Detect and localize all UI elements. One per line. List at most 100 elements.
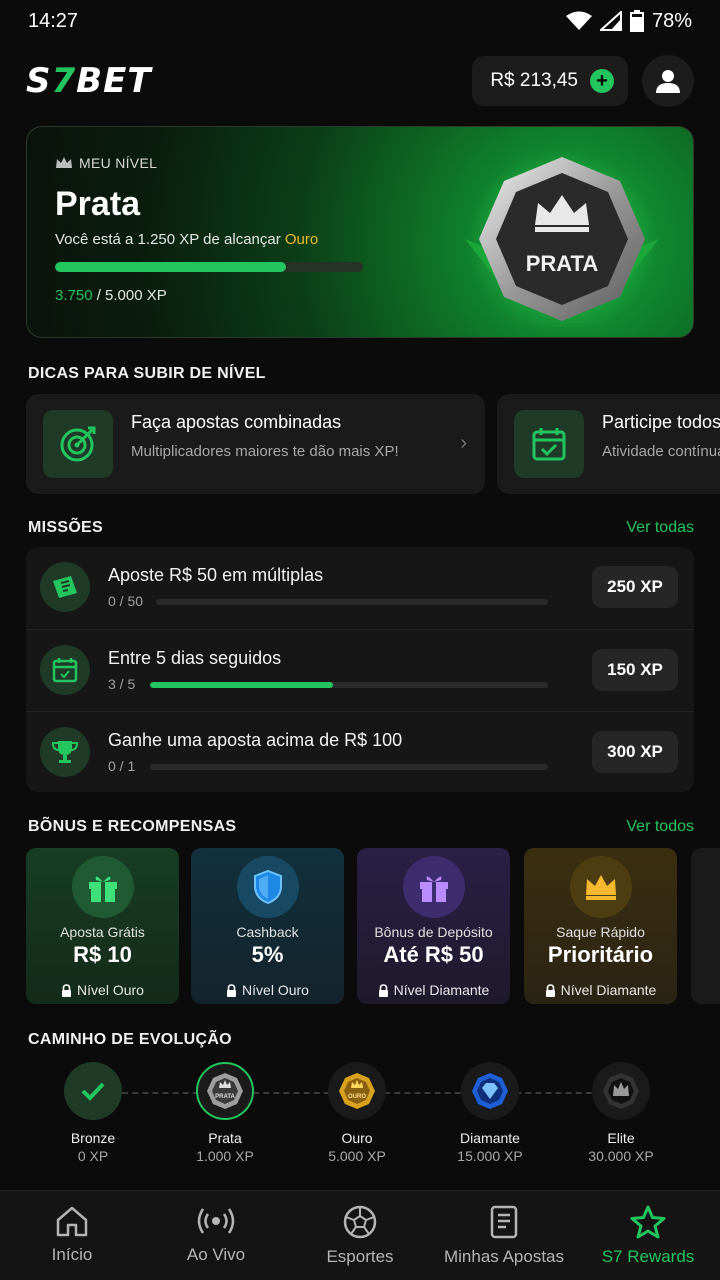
bonus-carousel[interactable]: Aposta Grátis R$ 10 Nível Ouro Cashback … (26, 848, 720, 1004)
home-icon (56, 1206, 88, 1237)
mission-progress-fill (150, 682, 334, 688)
battery-level: 78% (651, 9, 692, 32)
status-bar: 14:27 78% (0, 0, 720, 42)
mission-xp-badge: 250 XP (592, 566, 678, 608)
balance-amount: R$ 213,45 (490, 70, 578, 91)
svg-text:OURO: OURO (348, 1094, 366, 1100)
receipt-icon (490, 1205, 518, 1239)
evolution-level-name: Bronze (70, 1130, 116, 1146)
nav-item-ao-vivo[interactable]: Ao Vivo (144, 1191, 288, 1280)
chevron-right-icon: › (460, 432, 467, 454)
nav-label: Esportes (326, 1247, 394, 1266)
target-icon (60, 426, 96, 462)
bonus-card[interactable]: Bônus de Depósito Até R$ 50 Nível Diaman… (357, 848, 510, 1004)
svg-text:PRATA: PRATA (215, 1094, 235, 1100)
bonus-card[interactable]: Cashback 5% Nível Ouro (191, 848, 344, 1004)
bonus-value: Prioritário (547, 942, 654, 967)
nav-item-esportes[interactable]: Esportes (288, 1191, 432, 1280)
level-xp: 3.750 / 5.000 XP (55, 287, 167, 304)
mission-xp-badge: 150 XP (592, 649, 678, 691)
lock-icon (378, 983, 388, 997)
missions-see-all-link[interactable]: Ver todas (626, 519, 694, 537)
mission-row[interactable]: Aposte R$ 50 em múltiplas 0 / 50 250 XP (26, 547, 694, 627)
level-name: Prata (55, 185, 141, 223)
bonus-label: Saque Rápido (556, 924, 645, 940)
mission-row[interactable]: Entre 5 dias seguidos 3 / 5 150 XP (26, 629, 694, 709)
bonus-label: Aposta Grátis (60, 924, 145, 940)
nav-item-minhas-apostas[interactable]: Minhas Apostas (432, 1191, 576, 1280)
bonus-title: BÕNUS E RECOMPENSAS (28, 818, 237, 835)
crown-icon (56, 157, 72, 168)
shield-icon (254, 869, 282, 905)
missions-list: Aposte R$ 50 em múltiplas 0 / 50 250 XP … (26, 547, 694, 792)
level-progress-bar (55, 262, 363, 272)
mission-row[interactable]: Ganhe uma aposta acima de R$ 100 0 / 1 3… (26, 711, 694, 791)
evolution-level-prata[interactable]: PRATA Prata 1.000 XP (160, 1062, 290, 1164)
prata-badge: PRATA (457, 147, 667, 337)
nav-label: Início (51, 1245, 93, 1264)
tip-description: Multiplicadores maiores te dão mais XP! (131, 443, 399, 460)
mission-progress-bar (150, 764, 548, 770)
bonus-card[interactable]: Saque Rápido Prioritário Nível Diamante (524, 848, 677, 1004)
tip-card[interactable]: Participe todos os dias Atividade contín… (497, 394, 720, 494)
bonus-card[interactable]: Aposta Grátis R$ 10 Nível Ouro (26, 848, 179, 1004)
mission-count: 0 / 1 (108, 758, 136, 774)
evolution-level-xp: 0 XP (77, 1148, 109, 1164)
bonus-lock-label: Nível Ouro (242, 982, 309, 998)
evolution-level-xp: 15.000 XP (457, 1148, 523, 1164)
crown-icon (586, 875, 616, 900)
bonus-lock-label: Nível Ouro (77, 982, 144, 998)
live-icon (197, 1208, 235, 1234)
balance-button[interactable]: R$ 213,45 + (472, 56, 628, 106)
lock-icon (62, 983, 72, 997)
mission-title: Entre 5 dias seguidos (108, 648, 282, 668)
diamond-emblem-icon (472, 1073, 508, 1109)
evolution-title: CAMINHO DE EVOLUÇÃO (28, 1031, 232, 1048)
evolution-level-elite[interactable]: Elite 30.000 XP (556, 1062, 686, 1164)
user-avatar[interactable] (642, 55, 694, 107)
evolution-level-diamante[interactable]: Diamante 15.000 XP (425, 1062, 555, 1164)
wifi-icon (565, 11, 592, 30)
nav-item-inicio[interactable]: Início (0, 1191, 144, 1280)
mission-xp-badge: 300 XP (592, 731, 678, 773)
level-progress-fill (55, 262, 286, 272)
add-funds-icon[interactable]: + (590, 69, 614, 93)
badge-label: PRATA (526, 251, 599, 276)
bonus-card[interactable] (691, 848, 720, 1004)
ticket-icon (53, 576, 77, 598)
mission-progress-bar (156, 599, 548, 605)
mission-count: 0 / 50 (108, 593, 144, 609)
gift-icon (89, 876, 117, 902)
evolution-level-bronze[interactable]: Bronze 0 XP (28, 1062, 158, 1164)
nav-item-s7-rewards[interactable]: S7 Rewards (576, 1191, 720, 1280)
tips-carousel[interactable]: Faça apostas combinadas Multiplicadores … (26, 394, 720, 494)
calendar-icon (52, 658, 78, 683)
bonus-see-all-link[interactable]: Ver todos (626, 818, 694, 836)
bonus-label: Cashback (236, 924, 299, 940)
level-card[interactable]: MEU NÍVEL Prata Você está a 1.250 XP de … (26, 126, 694, 338)
lock-icon (227, 983, 237, 997)
tip-title: Participe todos os dias (602, 412, 720, 432)
evolution-path: Bronze 0 XP PRATA Prata 1.000 XP OURO Ou… (26, 1062, 694, 1172)
bonus-value: R$ 10 (73, 942, 132, 967)
mission-title: Aposte R$ 50 em múltiplas (108, 565, 324, 585)
nav-label: Ao Vivo (186, 1245, 246, 1264)
nav-label: Minhas Apostas (443, 1247, 564, 1266)
check-icon (81, 1082, 105, 1101)
prata-emblem-icon: PRATA (207, 1073, 243, 1109)
status-time: 14:27 (28, 9, 79, 32)
evolution-level-xp: 5.000 XP (328, 1148, 386, 1164)
lock-icon (545, 983, 555, 997)
mission-title: Ganhe uma aposta acima de R$ 100 (108, 730, 403, 750)
level-subtitle: Você está a 1.250 XP de alcançar Ouro (55, 231, 319, 248)
tips-title: DICAS PARA SUBIR DE NÍVEL (28, 365, 266, 382)
s7bet-logo[interactable]: S7BET (26, 61, 152, 101)
gift-icon (420, 876, 448, 902)
tip-card[interactable]: Faça apostas combinadas Multiplicadores … (26, 394, 485, 494)
evolution-level-ouro[interactable]: OURO Ouro 5.000 XP (292, 1062, 422, 1164)
evolution-level-name: Diamante (460, 1130, 520, 1146)
bottom-navigation: Início Ao Vivo Esportes Minhas Apostas S… (0, 1190, 720, 1280)
evolution-level-xp: 30.000 XP (588, 1148, 654, 1164)
bonus-lock-label: Nível Diamante (560, 982, 657, 998)
elite-emblem-icon (603, 1073, 639, 1109)
